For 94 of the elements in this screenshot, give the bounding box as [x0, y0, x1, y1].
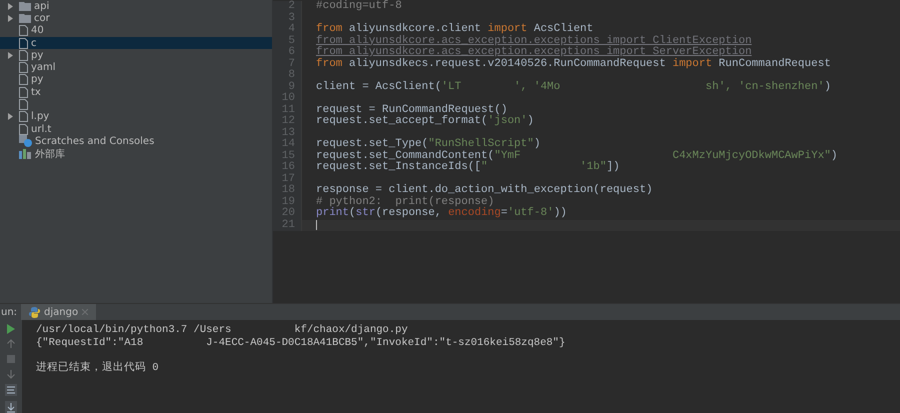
code-token: 'json': [488, 116, 528, 128]
tree-item-label: py: [31, 74, 44, 86]
tree-item[interactable]: yaml: [0, 61, 272, 74]
code-token: ]): [606, 162, 620, 174]
tree-item-label: tx: [31, 86, 41, 98]
code-token: from aliyunsdkcore.acs_exception.exceptions import ClientException: [316, 36, 752, 46]
folder-icon: [19, 13, 31, 24]
code-token: #coding=utf-8: [316, 1, 402, 12]
scratches-icon: [19, 135, 32, 148]
code-token: RunCommandRequest: [718, 58, 831, 70]
console-output-line: 进程已结束，退出代码 0: [36, 362, 160, 374]
down-arrow-icon[interactable]: [6, 369, 16, 379]
code-token: import: [488, 24, 528, 35]
python-icon: [29, 306, 40, 318]
code-token: '1b": [579, 162, 606, 174]
expand-arrow-icon[interactable]: [6, 2, 14, 10]
tree-item-label: Scratches and Consoles: [35, 136, 154, 147]
file-icon: [19, 38, 28, 49]
code-token: (: [349, 208, 356, 220]
code-token: AcsClient: [532, 24, 594, 35]
tree-item[interactable]: cor: [0, 12, 272, 25]
code-token: request.set_InstanceIds([: [316, 162, 482, 174]
code-token: ', '4Mo: [514, 82, 560, 93]
console-output-line: {"RequestId":"A18 J-4ECC-A045-D0C18A41BCB5","InvokeId":"t-sz016kei58zq8e8"}: [36, 336, 566, 349]
code-token: "YmF: [494, 150, 521, 162]
code-token: request.set_Type(: [316, 139, 428, 150]
tree-item-label: l.py: [31, 111, 50, 122]
tree-item-label: py: [31, 50, 44, 61]
tree-item-label: cor: [34, 12, 50, 24]
code-token: "RunShellScript": [428, 139, 534, 150]
tree-item[interactable]: api: [0, 0, 272, 12]
expand-arrow-icon[interactable]: [6, 52, 14, 59]
code-token: ): [534, 139, 540, 150]
code-token: ): [830, 150, 838, 162]
code-token: from: [316, 24, 342, 35]
code-token: aliyunsdkecs.request.v20140526.RunCommandRequest: [348, 58, 667, 70]
tree-item-label: api: [34, 0, 50, 12]
code-token: from: [316, 58, 342, 70]
code-token: print: [316, 208, 350, 220]
code-token: ): [824, 82, 831, 93]
file-icon: [19, 86, 28, 98]
code-token: ): [527, 116, 534, 128]
file-icon: [19, 111, 28, 122]
file-icon: [19, 99, 28, 110]
file-icon: [19, 50, 28, 61]
wrap-icon[interactable]: [5, 384, 17, 396]
library-icon: [19, 148, 32, 160]
code-token: request.set_accept_format(: [316, 116, 488, 128]
code-token: str: [356, 208, 376, 220]
tree-item[interactable]: 40: [0, 24, 272, 37]
code-token: ": [481, 162, 488, 174]
code-token: =: [500, 208, 508, 220]
tree-item[interactable]: url.t: [0, 122, 272, 136]
run-tab[interactable]: django: [21, 304, 96, 320]
tree-item[interactable]: Scratches and Consoles: [0, 135, 272, 148]
file-icon: [19, 62, 28, 74]
expand-arrow-icon[interactable]: [6, 113, 14, 120]
code-token: sh', 'cn-shenzhen': [704, 82, 824, 93]
code-token: import: [672, 58, 712, 70]
code-token: from aliyunsdkcore.acs_exception.exceptions import ServerException: [316, 47, 752, 58]
tree-item-label: c: [31, 38, 36, 49]
code-token: C4xMzYuMjcyODkwMCAwPiYx": [671, 150, 831, 162]
console-output-line: /usr/local/bin/python3.7 /Users kf/chaox/django.py: [36, 324, 409, 336]
tree-item-label: 外部库: [35, 148, 65, 161]
up-arrow-icon[interactable]: [6, 339, 16, 349]
code-token: # python2: print(response): [316, 196, 494, 208]
tree-item-label: 40: [31, 25, 44, 36]
folder-icon: [19, 1, 31, 12]
code-token: client = AcsClient(: [316, 82, 442, 93]
expand-arrow-icon[interactable]: [6, 14, 14, 22]
run-label: un:: [0, 306, 18, 318]
code-token: request = RunCommandRequest(): [316, 104, 508, 116]
code-token: (response,: [375, 208, 442, 220]
file-icon: [19, 124, 28, 135]
code-token: request.set_CommandContent(: [316, 150, 494, 162]
code-token: aliyunsdkcore.client: [348, 24, 482, 35]
tree-item[interactable]: py: [0, 49, 272, 62]
tree-item-label: url.t: [31, 124, 52, 135]
tree-item[interactable]: 外部库: [0, 148, 272, 160]
code-token: encoding: [448, 208, 501, 220]
text-caret: [316, 220, 317, 230]
tree-item[interactable]: c: [0, 36, 272, 50]
scroll-end-icon[interactable]: [5, 401, 17, 413]
code-token: 'utf-8': [507, 208, 554, 220]
tree-item[interactable]: l.py: [0, 110, 272, 123]
rerun-icon[interactable]: [6, 324, 16, 334]
code-token: )): [554, 208, 567, 220]
tree-item-label: yaml: [31, 62, 56, 74]
code-token: 'LT: [441, 82, 462, 93]
file-icon: [19, 74, 28, 86]
tree-item[interactable]: py: [0, 74, 272, 86]
file-icon: [19, 25, 28, 36]
tree-item[interactable]: tx: [0, 86, 272, 98]
code-token: response = client.do_action_with_exception(request): [316, 185, 653, 196]
